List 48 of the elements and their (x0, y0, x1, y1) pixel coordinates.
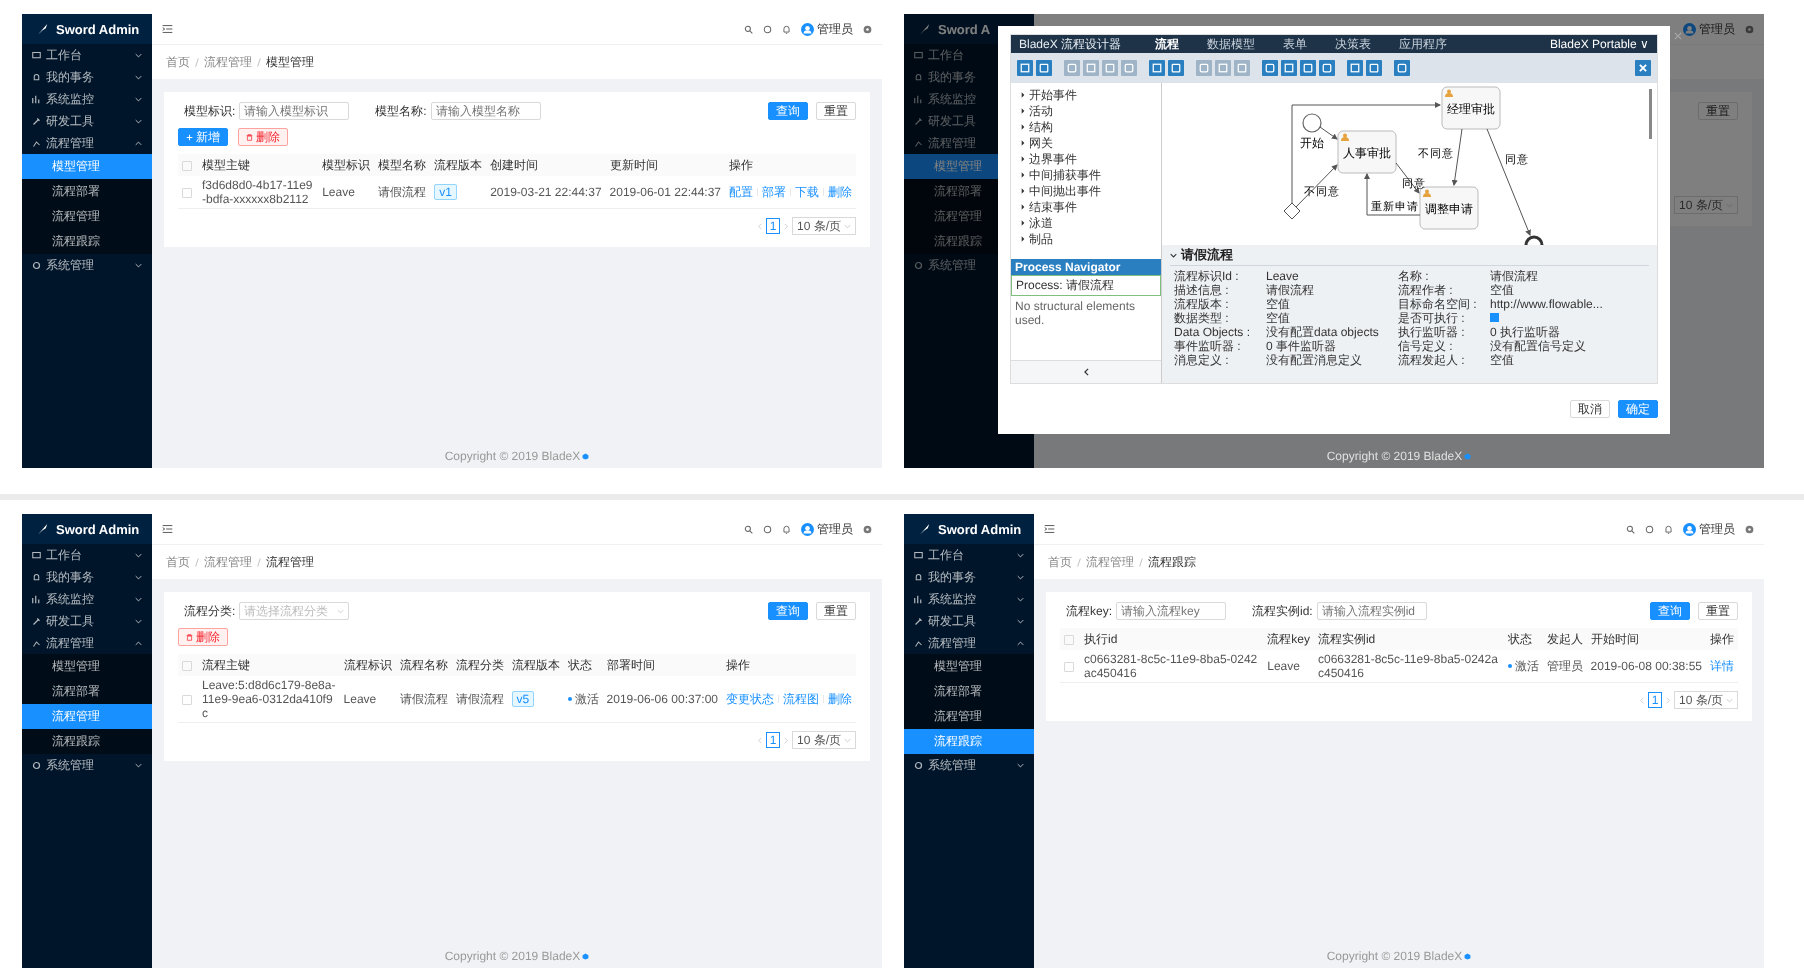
task-node (1337, 130, 1397, 174)
avatar-icon[interactable] (1683, 22, 1696, 36)
task-node (1441, 86, 1501, 130)
caret-icon (1021, 220, 1025, 226)
caret-icon (1021, 188, 1025, 194)
user-icon (1341, 133, 1349, 141)
caret-icon (1021, 172, 1025, 178)
avatar-icon[interactable] (1683, 522, 1696, 536)
avatar-icon[interactable] (801, 522, 814, 536)
avatar-icon[interactable] (801, 22, 814, 36)
caret-icon (1021, 140, 1025, 146)
cube-icon (582, 952, 590, 960)
caret-icon (1021, 108, 1025, 114)
tool-button[interactable] (1366, 60, 1382, 76)
cube-icon (1464, 952, 1472, 960)
caret-icon (1021, 156, 1025, 162)
tool-button[interactable] (1281, 60, 1297, 76)
feather-icon (36, 22, 50, 36)
scrollbar[interactable] (1649, 89, 1652, 139)
gateway (1283, 202, 1301, 220)
tool-button[interactable] (1394, 60, 1410, 76)
flow-arrow (1451, 128, 1463, 186)
feather-icon (918, 22, 932, 36)
tool-button[interactable] (1017, 60, 1033, 76)
checkbox[interactable] (1490, 313, 1499, 322)
user-icon (1445, 89, 1453, 97)
close-icon (1638, 63, 1648, 73)
tool-button[interactable] (1347, 60, 1363, 76)
caret-icon (1021, 124, 1025, 130)
tool-button[interactable] (1262, 60, 1278, 76)
start-event (1302, 113, 1322, 133)
tool-button[interactable] (1319, 60, 1335, 76)
caret-icon (1021, 204, 1025, 210)
caret-icon (1021, 236, 1025, 242)
tool-button[interactable] (1300, 60, 1316, 76)
flow-arrow (1486, 128, 1531, 236)
tool-button[interactable] (1036, 60, 1052, 76)
end-event (1524, 235, 1544, 245)
task-node (1419, 186, 1479, 230)
caret-icon (1021, 92, 1025, 98)
user-icon (1423, 189, 1431, 197)
tool-button[interactable] (1149, 60, 1165, 76)
cube-icon (582, 452, 590, 460)
cube-icon (1464, 452, 1472, 460)
feather-icon (36, 522, 50, 536)
feather-icon (918, 522, 932, 536)
close-button[interactable] (1635, 60, 1651, 76)
tool-button[interactable] (1168, 60, 1184, 76)
